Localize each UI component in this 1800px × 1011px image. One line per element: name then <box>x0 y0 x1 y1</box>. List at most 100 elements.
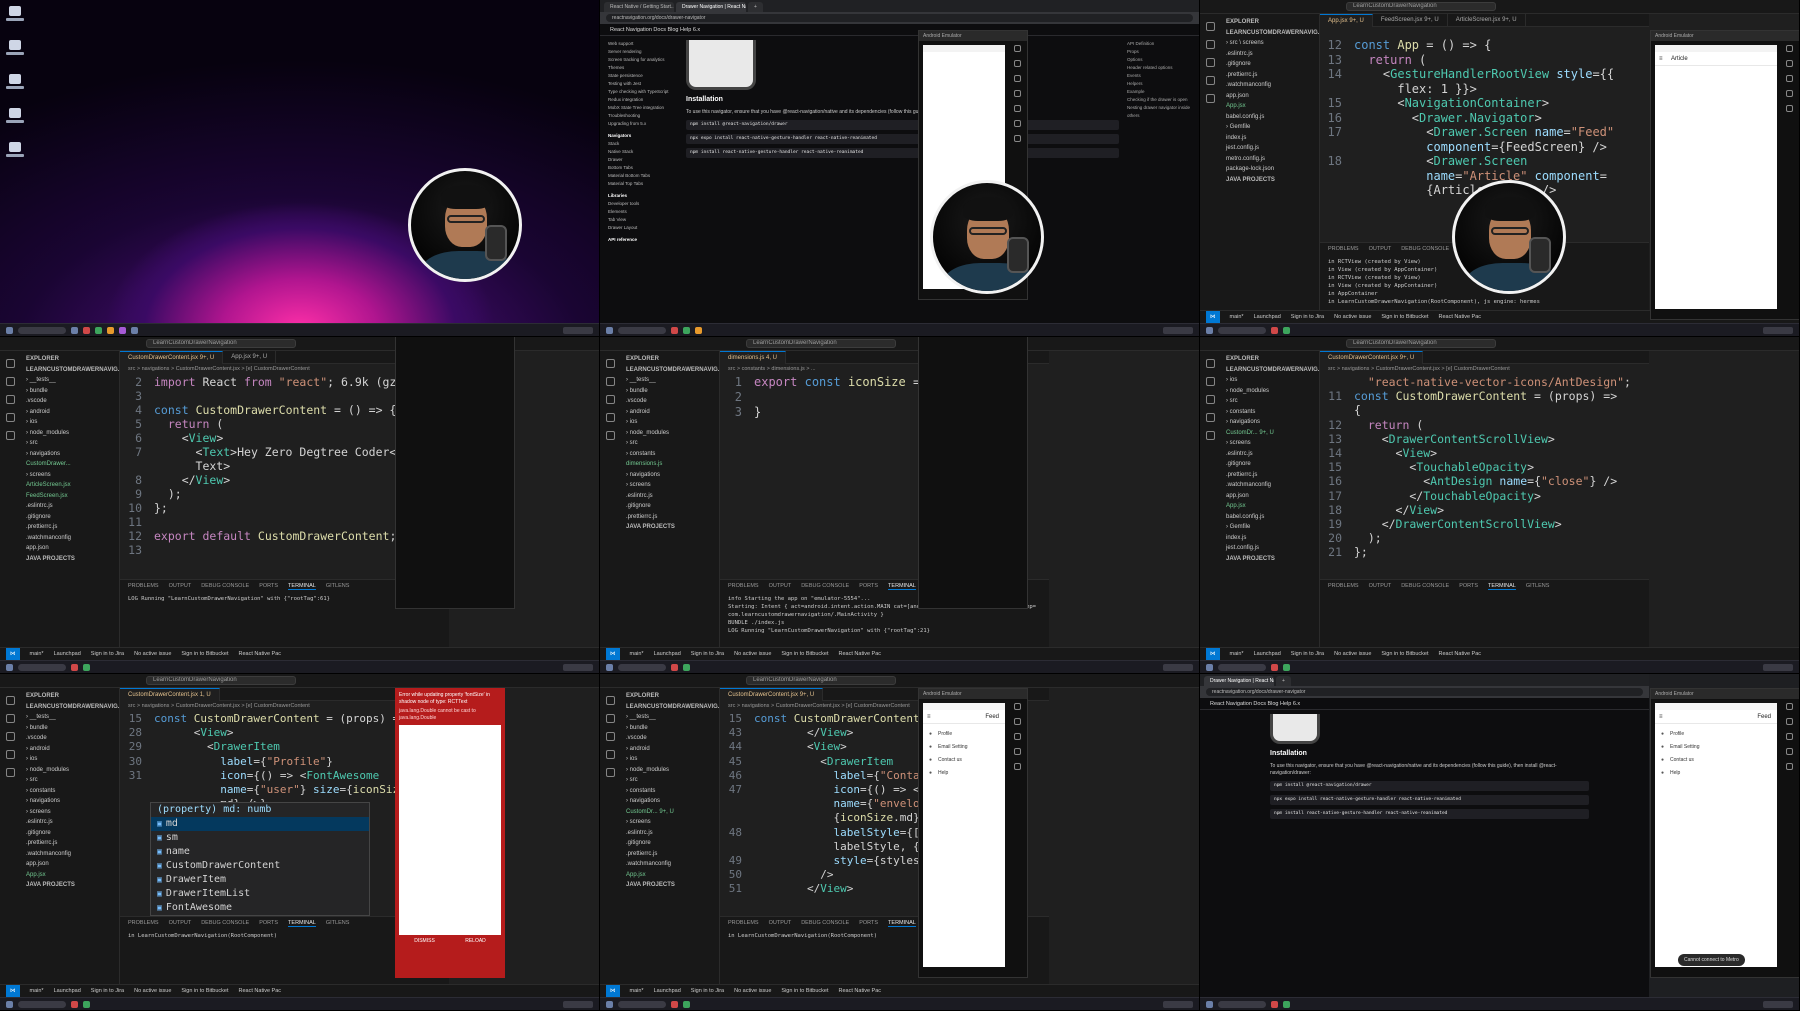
project-title[interactable]: LEARNCUSTOMDRAWERNAVIG... <box>26 702 119 713</box>
file-tree-item[interactable]: › __tests__ <box>26 712 119 723</box>
file-tree-item[interactable]: › bundle <box>26 386 119 397</box>
status-item[interactable]: No active issue <box>1334 651 1371 657</box>
sidebar-link[interactable]: Drawer Layout <box>608 224 678 232</box>
panel-tab-problems[interactable]: PROBLEMS <box>728 583 759 590</box>
status-item[interactable]: Sign in to Bitbucket <box>1381 651 1428 657</box>
power-icon[interactable] <box>1013 45 1021 52</box>
url-input[interactable]: reactnavigation.org/docs/drawer-navigato… <box>606 14 1193 22</box>
file-tree-item[interactable]: › constants <box>626 786 719 797</box>
file-tree-item[interactable]: .prettierrc.js <box>626 849 719 860</box>
taskbar-search[interactable] <box>618 326 666 334</box>
extensions-icon[interactable] <box>5 768 15 777</box>
taskbar-search[interactable] <box>1218 1000 1266 1008</box>
file-tree-item[interactable]: › navigations <box>26 449 119 460</box>
emulator-screen[interactable]: Article <box>1655 45 1777 309</box>
file-tree-item[interactable]: .prettierrc.js <box>1226 470 1319 481</box>
autocomplete-item[interactable]: ▣ FontAwesome <box>151 901 369 915</box>
autocomplete-item[interactable]: ▣ DrawerItem <box>151 873 369 887</box>
editor-tab[interactable]: CustomDrawerContent.jsx 9+, U <box>1320 350 1424 364</box>
toc-link[interactable]: Helpers <box>1127 80 1191 88</box>
editor-tab[interactable]: App.jsx 9+, U <box>1320 13 1373 27</box>
start-icon[interactable] <box>6 326 13 334</box>
file-tree-item[interactable]: .watchmanconfig <box>26 533 119 544</box>
extensions-icon[interactable] <box>605 768 615 777</box>
file-tree-item[interactable]: .watchmanconfig <box>1226 480 1319 491</box>
panel-tab-debug-console[interactable]: DEBUG CONSOLE <box>1401 246 1449 253</box>
emulator-screen[interactable]: Feed ProfileEmail SettingContact usHelp <box>923 703 1005 967</box>
command-center[interactable]: LearnCustomDrawerNavigation <box>1346 339 1496 348</box>
file-tree-item[interactable]: jest.config.js <box>1226 143 1319 154</box>
start-icon[interactable] <box>1206 326 1213 334</box>
file-tree-item[interactable]: App.jsx <box>1226 101 1319 112</box>
panel-tab-problems[interactable]: PROBLEMS <box>128 583 159 590</box>
new-tab-button[interactable]: + <box>1276 676 1291 686</box>
remote-indicator[interactable]: ⋈ <box>6 985 20 997</box>
status-item[interactable]: No active issue <box>134 651 171 657</box>
file-tree-item[interactable]: › constants <box>26 786 119 797</box>
start-icon[interactable] <box>6 1000 13 1008</box>
desktop-icon[interactable] <box>6 142 24 164</box>
file-tree-item[interactable]: .watchmanconfig <box>26 849 119 860</box>
sidebar-link[interactable]: Web support <box>608 40 678 48</box>
extensions-icon[interactable] <box>5 431 15 440</box>
file-tree-item[interactable]: .prettierrc.js <box>1226 70 1319 81</box>
git-branch[interactable]: main* <box>1230 314 1244 320</box>
taskbar-app-icon[interactable] <box>95 326 102 334</box>
file-tree-item[interactable]: babel.config.js <box>1226 112 1319 123</box>
file-tree-item[interactable]: babel.config.js <box>1226 512 1319 523</box>
panel-tab-debug-console[interactable]: DEBUG CONSOLE <box>1401 583 1449 590</box>
start-icon[interactable] <box>606 1000 613 1008</box>
panel-tab-debug-console[interactable]: DEBUG CONSOLE <box>801 583 849 590</box>
panel-tab-problems[interactable]: PROBLEMS <box>1328 246 1359 253</box>
file-tree-item[interactable]: › src <box>626 775 719 786</box>
extensions-icon[interactable] <box>1205 431 1215 440</box>
file-tree-item[interactable]: .gitignore <box>26 828 119 839</box>
file-tree-item[interactable]: › navigations <box>626 796 719 807</box>
editor-tab[interactable]: CustomDrawerContent.jsx 9+, U <box>120 350 224 364</box>
java-projects-section[interactable]: JAVA PROJECTS <box>26 554 119 565</box>
drawer-item[interactable]: Profile <box>929 728 999 741</box>
autocomplete-item[interactable]: ▣ CustomDrawerContent <box>151 859 369 873</box>
file-tree-item[interactable]: › android <box>26 744 119 755</box>
remote-indicator[interactable]: ⋈ <box>606 985 620 997</box>
panel-tab-debug-console[interactable]: DEBUG CONSOLE <box>801 920 849 927</box>
command-center[interactable]: LearnCustomDrawerNavigation <box>746 339 896 348</box>
drawer-item[interactable]: Help <box>929 767 999 780</box>
file-tree-item[interactable]: app.json <box>1226 91 1319 102</box>
file-tree-item[interactable]: › node_modules <box>626 765 719 776</box>
sidebar-link[interactable]: Elements <box>608 208 678 216</box>
panel-tab-debug-console[interactable]: DEBUG CONSOLE <box>201 920 249 927</box>
file-tree-item[interactable]: › ios <box>26 417 119 428</box>
file-tree-item[interactable]: › ios <box>626 417 719 428</box>
file-tree-item[interactable]: › src <box>626 438 719 449</box>
install-cmd[interactable]: npx expo install react-native-gesture-ha… <box>686 134 1119 144</box>
status-item[interactable]: React Native Pac <box>839 651 882 657</box>
status-item[interactable]: No active issue <box>1334 314 1371 320</box>
file-tree-item[interactable]: CustomDr... 9+, U <box>1226 428 1319 439</box>
file-tree-item[interactable]: › __tests__ <box>626 375 719 386</box>
file-tree-item[interactable]: › ios <box>26 754 119 765</box>
sidebar-link[interactable]: Screen tracking for analytics <box>608 56 678 64</box>
search-icon[interactable] <box>605 377 615 386</box>
home-icon[interactable] <box>1785 763 1793 770</box>
explorer-icon[interactable] <box>5 696 15 705</box>
editor-tab[interactable]: FeedScreen.jsx 9+, U <box>1373 13 1448 27</box>
drawer-item[interactable]: Email Setting <box>929 741 999 754</box>
run-debug-icon[interactable] <box>5 413 15 422</box>
file-tree-item[interactable]: › bundle <box>26 723 119 734</box>
file-tree-item[interactable]: .eslintrc.js <box>626 491 719 502</box>
file-tree-item[interactable]: .vscode <box>626 733 719 744</box>
panel-tab-output[interactable]: OUTPUT <box>169 583 192 590</box>
taskbar-app-icon[interactable] <box>119 326 126 334</box>
status-item[interactable]: Launchpad <box>1254 314 1281 320</box>
taskbar-app-icon[interactable] <box>671 663 678 671</box>
status-item[interactable]: Launchpad <box>1254 651 1281 657</box>
project-title[interactable]: LEARNCUSTOMDRAWERNAVIG... <box>1226 28 1319 39</box>
taskbar-app-icon[interactable] <box>1271 1000 1278 1008</box>
file-tree-item[interactable]: .eslintrc.js <box>1226 449 1319 460</box>
taskbar-app-icon[interactable] <box>695 326 702 334</box>
volume-icon[interactable] <box>1013 718 1021 725</box>
editor-tab[interactable]: CustomDrawerContent.jsx 9+, U <box>720 687 824 701</box>
browser-tab-active[interactable]: Drawer Navigation | React Nav... <box>1204 676 1274 686</box>
remote-indicator[interactable]: ⋈ <box>1206 311 1220 323</box>
